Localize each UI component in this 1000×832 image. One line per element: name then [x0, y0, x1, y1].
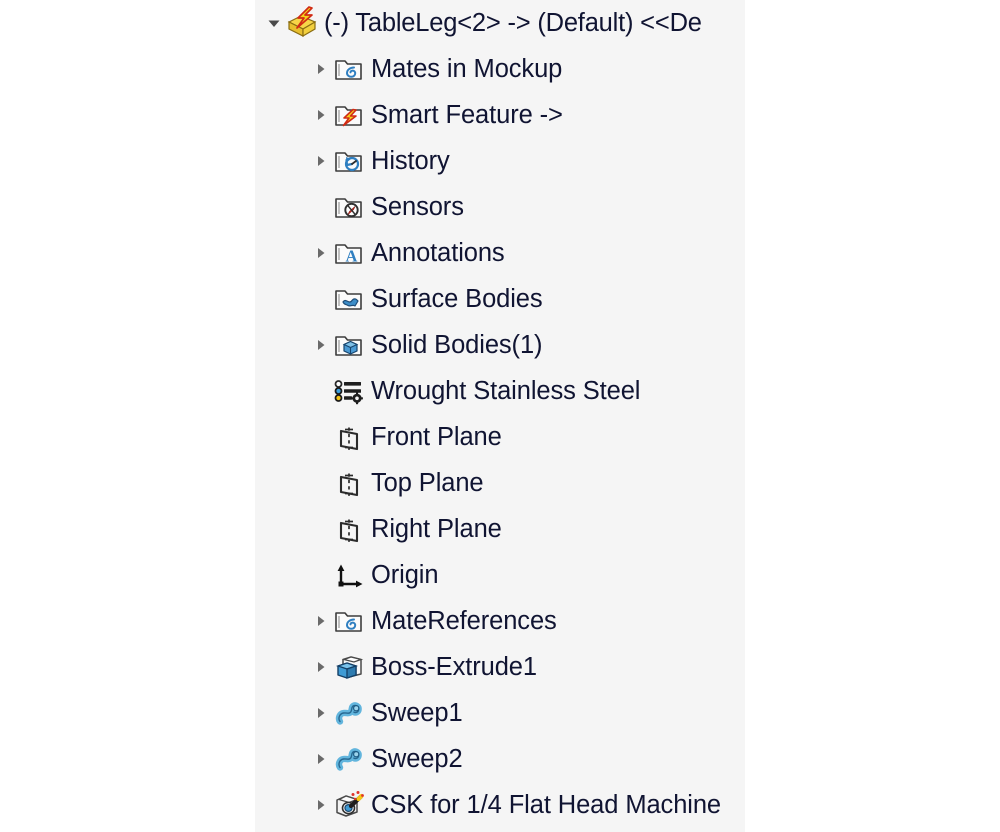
plane-icon — [332, 506, 366, 552]
chevron-right-icon[interactable] — [310, 46, 332, 92]
expander-placeholder — [310, 414, 332, 460]
chevron-right-icon[interactable] — [310, 230, 332, 276]
material-icon — [332, 368, 366, 414]
tree-item-label: Smart Feature -> — [371, 101, 563, 129]
tree-row[interactable]: Sensors — [255, 184, 745, 230]
expander-placeholder — [310, 184, 332, 230]
plane-icon — [332, 460, 366, 506]
expander-placeholder — [310, 460, 332, 506]
tree-row-root[interactable]: (-) TableLeg<2> -> (Default) <<De — [255, 0, 745, 46]
tree-item-label: Annotations — [371, 239, 505, 267]
tree-item-label: Surface Bodies — [371, 285, 543, 313]
tree-item-label: Sweep1 — [371, 699, 463, 727]
tree-row[interactable]: Right Plane — [255, 506, 745, 552]
folder-surface-bodies-icon — [332, 276, 366, 322]
expander-placeholder — [310, 506, 332, 552]
folder-solid-bodies-icon — [332, 322, 366, 368]
boss-extrude-icon — [332, 644, 366, 690]
tree-item-label: Right Plane — [371, 515, 502, 543]
tree-item-label: Sensors — [371, 193, 464, 221]
sweep-icon — [332, 736, 366, 782]
tree-row[interactable]: Boss-Extrude1 — [255, 644, 745, 690]
expander-placeholder — [310, 552, 332, 598]
tree-item-label: Origin — [371, 561, 439, 589]
tree-item-label: Solid Bodies(1) — [371, 331, 543, 359]
tree-row[interactable]: MateReferences — [255, 598, 745, 644]
chevron-right-icon[interactable] — [310, 782, 332, 828]
folder-lightning-icon — [332, 92, 366, 138]
origin-axes-icon — [332, 552, 366, 598]
folder-sensors-icon — [332, 184, 366, 230]
tree-children-container: Mates in Mockup Smart Feature -> History Se… — [255, 46, 745, 828]
tree-item-label: Sweep2 — [371, 745, 463, 773]
tree-row[interactable]: Smart Feature -> — [255, 92, 745, 138]
chevron-right-icon[interactable] — [310, 690, 332, 736]
chevron-down-icon[interactable] — [263, 0, 285, 46]
tree-row[interactable]: Wrought Stainless Steel — [255, 368, 745, 414]
folder-mates-icon — [332, 46, 366, 92]
tree-row[interactable]: Surface Bodies — [255, 276, 745, 322]
tree-item-label: CSK for 1/4 Flat Head Machine — [371, 791, 722, 819]
tree-row[interactable]: History — [255, 138, 745, 184]
tree-root-label: (-) TableLeg<2> -> (Default) <<De — [324, 9, 702, 37]
tree-row[interactable]: CSK for 1/4 Flat Head Machine — [255, 782, 745, 828]
sweep-icon — [332, 690, 366, 736]
chevron-right-icon[interactable] — [310, 736, 332, 782]
expander-placeholder — [310, 368, 332, 414]
chevron-right-icon[interactable] — [310, 322, 332, 368]
tree-row[interactable]: Solid Bodies(1) — [255, 322, 745, 368]
tree-row[interactable]: Front Plane — [255, 414, 745, 460]
tree-item-label: Wrought Stainless Steel — [371, 377, 641, 405]
folder-history-icon — [332, 138, 366, 184]
chevron-right-icon[interactable] — [310, 92, 332, 138]
tree-item-label: Boss-Extrude1 — [371, 653, 537, 681]
tree-item-label: Front Plane — [371, 423, 502, 451]
chevron-right-icon[interactable] — [310, 138, 332, 184]
chevron-right-icon[interactable] — [310, 598, 332, 644]
svg-text:A: A — [346, 247, 358, 266]
tree-row[interactable]: Sweep2 — [255, 736, 745, 782]
tree-row[interactable]: Mates in Mockup — [255, 46, 745, 92]
tree-row[interactable]: Sweep1 — [255, 690, 745, 736]
tree-item-label: Top Plane — [371, 469, 484, 497]
plane-icon — [332, 414, 366, 460]
expander-placeholder — [310, 276, 332, 322]
tree-item-label: Mates in Mockup — [371, 55, 563, 83]
tree-item-label: History — [371, 147, 450, 175]
tree-item-label: MateReferences — [371, 607, 557, 635]
tree-row[interactable]: Origin — [255, 552, 745, 598]
chevron-right-icon[interactable] — [310, 644, 332, 690]
hole-wizard-icon — [332, 782, 366, 828]
tree-row[interactable]: Top Plane — [255, 460, 745, 506]
part-with-lightning-icon — [285, 0, 319, 46]
folder-annotations-icon: A — [332, 230, 366, 276]
folder-mates-icon — [332, 598, 366, 644]
tree-row[interactable]: A Annotations — [255, 230, 745, 276]
feature-tree-panel[interactable]: (-) TableLeg<2> -> (Default) <<De Mates … — [255, 0, 745, 832]
